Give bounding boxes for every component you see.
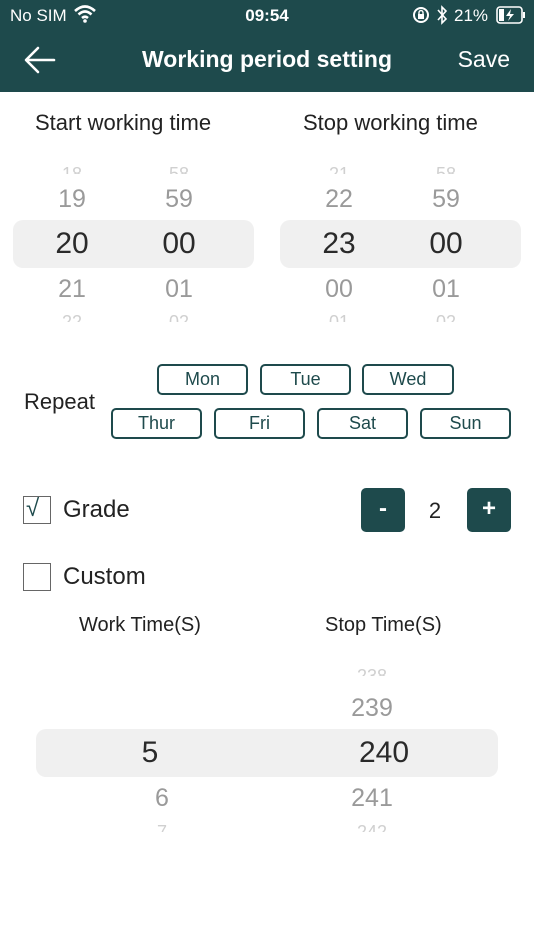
start-minute-above-far: 58 — [168, 164, 190, 174]
stop-minute-above-far: 58 — [435, 164, 457, 174]
grade-value: 2 — [428, 498, 442, 523]
day-button-sat[interactable]: Sat — [317, 408, 408, 439]
custom-checkbox[interactable] — [23, 563, 51, 591]
stop-hour-above: 22 — [325, 185, 353, 213]
day-button-sun[interactable]: Sun — [420, 408, 511, 439]
start-minute-below-far: 02 — [168, 312, 190, 322]
stop-minute-below-far: 02 — [435, 312, 457, 322]
stop-time-above: 239 — [351, 694, 393, 722]
status-bar: No SIM 09:54 21% — [0, 0, 534, 32]
checkmark-icon: √ — [26, 495, 40, 522]
grade-decrement-button[interactable]: - — [361, 488, 405, 532]
stop-hour-above-far: 21 — [328, 164, 350, 174]
day-button-mon[interactable]: Mon — [157, 364, 248, 395]
start-minute-below: 01 — [165, 275, 193, 303]
stop-minute-above: 59 — [432, 185, 460, 213]
start-minute-selected: 00 — [162, 227, 196, 260]
stop-time-title-custom: Stop Time(S) — [325, 614, 442, 636]
page-title: Working period setting — [141, 46, 393, 72]
bluetooth-icon — [437, 5, 448, 25]
stop-time-title: Stop working time — [303, 110, 478, 135]
stop-time-below: 241 — [351, 784, 393, 812]
grade-label: Grade — [63, 496, 130, 523]
start-hour-below: 21 — [58, 275, 86, 303]
battery-charging-icon — [496, 6, 525, 24]
stop-hour-selected: 23 — [322, 227, 356, 260]
day-button-thur[interactable]: Thur — [111, 408, 202, 439]
stop-minute-selected: 00 — [429, 227, 463, 260]
stop-hour-below: 00 — [325, 275, 353, 303]
work-time-title: Work Time(S) — [79, 614, 201, 636]
start-minute-above: 59 — [165, 185, 193, 213]
stop-hour-below-far: 01 — [328, 312, 350, 322]
custom-label: Custom — [63, 563, 146, 590]
grade-checkbox[interactable]: √ — [23, 495, 51, 524]
start-time-title: Start working time — [35, 110, 212, 135]
grade-increment-button[interactable]: + — [467, 488, 511, 532]
stop-time-below-far: 242 — [356, 822, 388, 832]
work-time-below: 6 — [155, 784, 169, 812]
day-button-tue[interactable]: Tue — [260, 364, 351, 395]
repeat-label: Repeat — [24, 389, 95, 414]
start-hour-above-far: 18 — [61, 164, 83, 174]
day-button-wed[interactable]: Wed — [362, 364, 454, 395]
day-button-fri[interactable]: Fri — [214, 408, 305, 439]
start-hour-below-far: 22 — [61, 312, 83, 322]
top-bar: No SIM 09:54 21% Working period setting — [0, 0, 534, 92]
orientation-lock-icon — [413, 7, 429, 23]
stop-minute-below: 01 — [432, 275, 460, 303]
battery-percent: 21% — [454, 6, 489, 25]
start-hour-above: 19 — [58, 185, 86, 213]
nav-bar: Working period setting Save — [0, 32, 534, 92]
start-hour-selected: 20 — [55, 227, 89, 260]
save-button[interactable]: Save — [458, 46, 510, 73]
work-time-selected: 5 — [141, 736, 159, 769]
work-time-below-far: 7 — [156, 822, 167, 832]
stop-time-above-far: 238 — [356, 666, 388, 676]
stop-time-selected: 240 — [358, 736, 410, 769]
